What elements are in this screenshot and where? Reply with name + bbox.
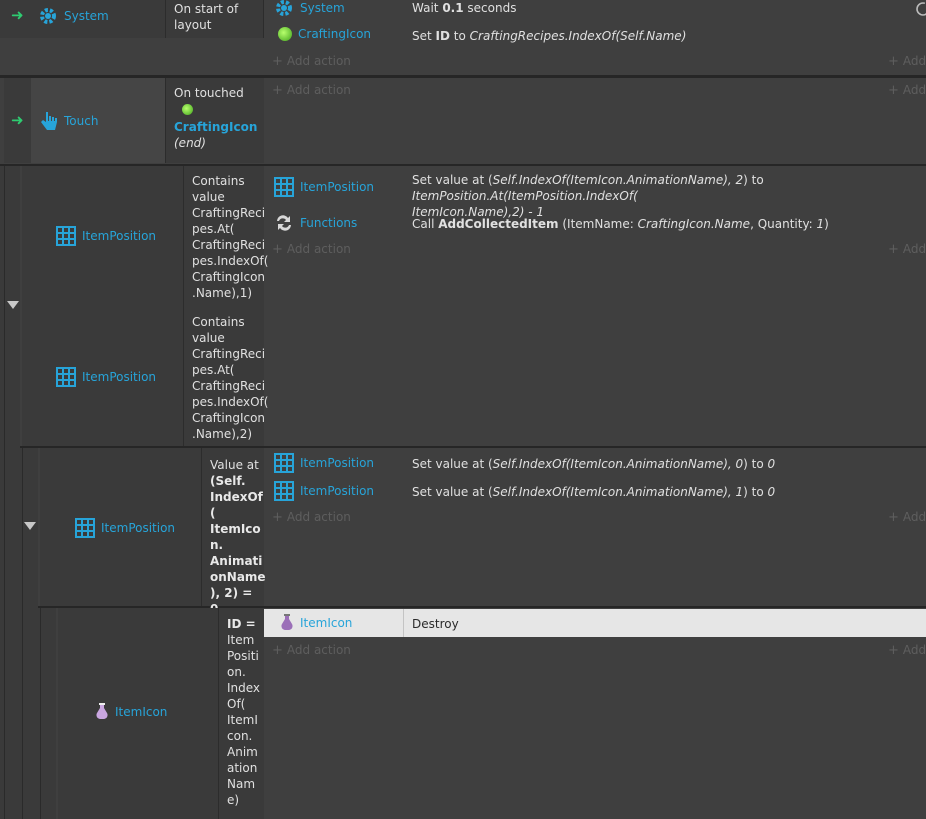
action-object-itemposition[interactable]: ItemPosition (274, 453, 374, 473)
gem-icon (182, 104, 193, 115)
condition-object-link[interactable]: CraftingIcon (174, 119, 262, 135)
action-object-itemicon[interactable]: ItemIcon (280, 614, 352, 632)
add-action-link[interactable]: + Add action (272, 54, 351, 69)
condition-id-equals: ID = Item Positi on. Index Of(ItemI con. Anim a… (227, 617, 261, 807)
action-object-craftingicon[interactable]: CraftingIcon (278, 27, 371, 41)
potion-icon (96, 703, 108, 719)
array-grid-icon (56, 367, 76, 387)
swap-arrows-icon (277, 215, 291, 231)
condition-object-itemposition-2[interactable]: ItemPosition (56, 367, 156, 387)
trigger-arrow-icon: ➜ (11, 111, 24, 129)
collapse-triangle-icon[interactable] (24, 522, 36, 530)
array-grid-icon (274, 177, 294, 197)
action-text-destroy[interactable]: Destroy (412, 616, 459, 632)
condition-text: On start of layout (174, 2, 239, 32)
condition-object-touch[interactable]: Touch (40, 110, 98, 132)
add-right-link[interactable]: + Add (888, 643, 926, 658)
action-text-set-value-0[interactable]: Set value at (Self.IndexOf(ItemIcon.Anim… (412, 456, 775, 472)
condition-value-at: Value at (Self. IndexOf ( ItemIco n. Ani… (210, 458, 266, 616)
action-text-set-id[interactable]: Set ID to CraftingRecipes.IndexOf(Self.N… (412, 28, 686, 44)
condition-object-itemicon[interactable]: ItemIcon (95, 703, 167, 721)
potion-icon (281, 614, 293, 630)
add-right-link[interactable]: + Add (888, 242, 926, 257)
add-right-link[interactable]: + Add (888, 54, 926, 69)
touch-hand-icon (41, 112, 57, 130)
action-text-set-value-1[interactable]: Set value at (Self.IndexOf(ItemIcon.Anim… (412, 484, 775, 500)
action-text-set-value[interactable]: Set value at (Self.IndexOf(ItemIcon.Anim… (412, 172, 924, 220)
add-action-link[interactable]: + Add action (272, 643, 351, 658)
condition-object-itemposition-1[interactable]: ItemPosition (56, 226, 156, 246)
condition-on-touched: On touched CraftingIcon (end) (174, 85, 262, 151)
add-right-link[interactable]: + Add (888, 83, 926, 98)
action-text-call-function[interactable]: Call AddCollectedItem (ItemName: Craftin… (412, 216, 829, 232)
action-object-label: ItemPosition (300, 484, 375, 498)
collapse-triangle-icon[interactable] (7, 301, 19, 309)
trigger-arrow-icon: ➜ (11, 6, 24, 24)
action-object-label: ItemIcon (300, 616, 353, 630)
condition-object-system[interactable]: System (38, 6, 109, 26)
add-action-link[interactable]: + Add action (272, 83, 351, 98)
action-object-functions[interactable]: Functions (274, 213, 357, 233)
condition-object-label: Touch (64, 114, 99, 128)
action-object-label: ItemPosition (300, 456, 375, 470)
gear-icon (276, 0, 292, 16)
array-grid-icon (56, 226, 76, 246)
condition-contains-1: Contains value CraftingReci pes.At(Crafting… (192, 174, 269, 300)
condition-object-label: ItemPosition (82, 229, 157, 243)
gear-icon (40, 8, 56, 24)
action-text-wait[interactable]: Wait 0.1 seconds (412, 0, 516, 16)
condition-object-label: ItemPosition (82, 370, 157, 384)
action-object-label: Functions (300, 216, 358, 230)
action-object-label: System (300, 1, 345, 15)
array-grid-icon (274, 481, 294, 501)
condition-object-label: ItemIcon (115, 705, 168, 719)
add-action-link[interactable]: + Add action (272, 510, 351, 525)
condition-contains-2: Contains value CraftingReci pes.At(Crafting… (192, 315, 269, 441)
condition-object-label: System (64, 9, 109, 23)
condition-object-label: ItemPosition (101, 521, 176, 535)
action-object-itemposition[interactable]: ItemPosition (274, 481, 374, 501)
refresh-icon[interactable] (914, 0, 926, 18)
action-object-itemposition[interactable]: ItemPosition (274, 177, 374, 197)
add-right-link[interactable]: + Add (888, 510, 926, 525)
action-object-label: ItemPosition (300, 180, 375, 194)
array-grid-icon (274, 453, 294, 473)
action-object-system[interactable]: System (274, 0, 345, 18)
add-action-link[interactable]: + Add action (272, 242, 351, 257)
condition-object-itemposition-3[interactable]: ItemPosition (75, 518, 175, 538)
gem-icon (278, 27, 292, 41)
action-object-label: CraftingIcon (298, 27, 372, 41)
selected-action-row[interactable] (264, 609, 926, 637)
array-grid-icon (75, 518, 95, 538)
